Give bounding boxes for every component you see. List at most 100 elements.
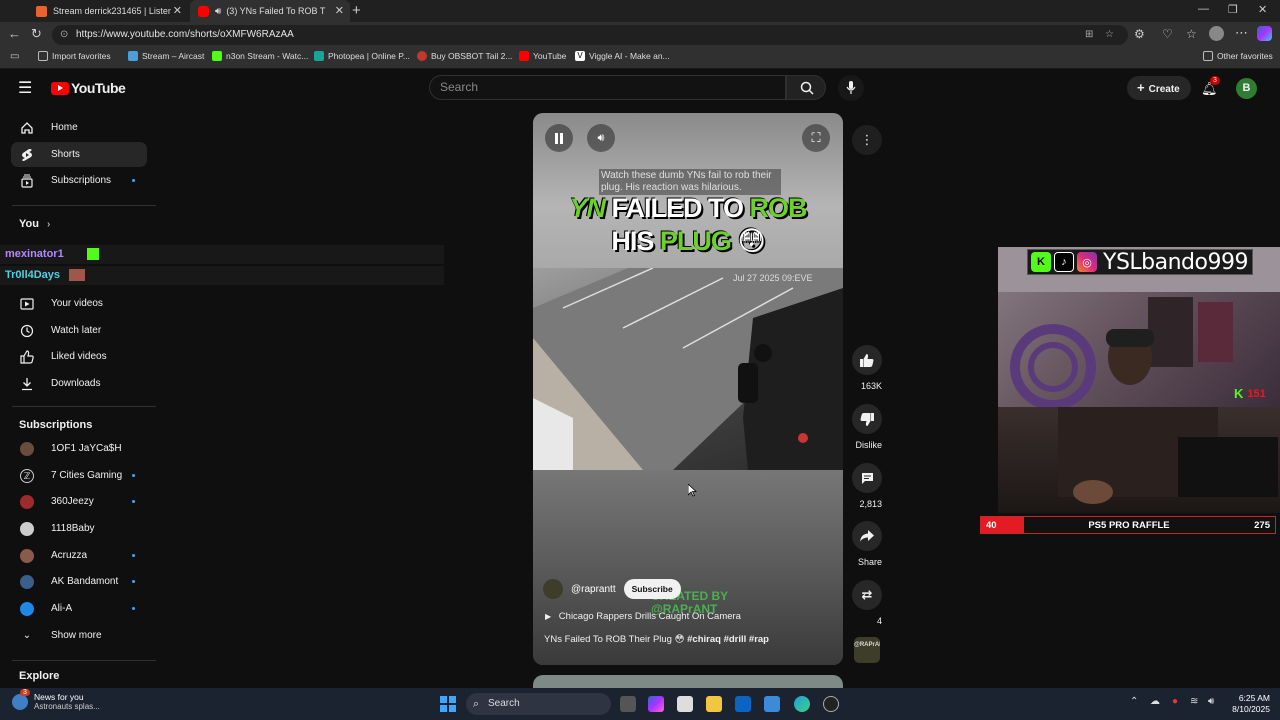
tab-actions-icon[interactable]: ▭	[10, 51, 19, 62]
dislike-button[interactable]: Dislike	[852, 404, 882, 453]
obs-icon[interactable]	[823, 696, 839, 712]
sidebar-item-subscriptions[interactable]: Subscriptions	[11, 168, 147, 193]
notifications-button[interactable]: 🔔︎ 3	[1201, 76, 1220, 98]
windows-taskbar: 3 News for you Astronauts splas... ⌕ Sea…	[0, 688, 1280, 720]
bookmark-n3on[interactable]: n3on Stream - Watc...	[212, 51, 308, 61]
bookmark-youtube[interactable]: YouTube	[519, 51, 566, 61]
sidebar-item-your-videos[interactable]: Your videos	[11, 291, 147, 316]
sidebar-sub-ali-a[interactable]: Ali-A	[11, 596, 147, 621]
headline-word: YN	[569, 193, 606, 223]
clock[interactable]: 6:25 AM 8/10/2025	[1226, 693, 1270, 715]
bookmark-import-favorites[interactable]: Import favorites	[38, 51, 111, 61]
tab-title: Stream derrick231465 | Listen to	[53, 6, 171, 16]
next-short-preview[interactable]	[533, 675, 843, 689]
wifi-icon[interactable]: ≋	[1190, 696, 1198, 707]
sidebar-item-shorts[interactable]: Shorts	[11, 142, 147, 167]
photopea-icon	[314, 51, 324, 61]
windows-start-icon[interactable]	[440, 696, 456, 712]
shorts-player[interactable]: 🔊︎ ⛶ Watch these dumb YNs fail to rob th…	[533, 113, 843, 665]
profile-icon[interactable]	[1209, 26, 1224, 41]
volume-icon[interactable]: 🔊︎	[1208, 696, 1214, 707]
favorite-star-icon[interactable]: ☆	[1105, 25, 1114, 45]
close-window-icon[interactable]: ✕	[1258, 3, 1267, 16]
copilot-icon[interactable]	[1257, 26, 1272, 41]
sidebar-sub-ak-bandamont[interactable]: AK Bandamont	[11, 569, 147, 594]
reading-view-icon[interactable]: ⊞	[1085, 25, 1093, 45]
tab-stream[interactable]: Stream derrick231465 | Listen to ✕	[28, 0, 188, 22]
extensions-icon[interactable]: ⚙	[1134, 27, 1145, 41]
channel-name[interactable]: @raprantt	[571, 584, 616, 595]
remix-button[interactable]: ⇄ 4	[852, 580, 882, 629]
hamburger-menu-icon[interactable]: ☰	[18, 78, 32, 98]
back-arrow-icon[interactable]: ←	[8, 26, 21, 41]
audio-playing-icon[interactable]: 🔊︎	[215, 6, 221, 17]
sidebar-item-liked-videos[interactable]: Liked videos	[11, 344, 147, 369]
create-button[interactable]: + Create	[1127, 76, 1191, 100]
close-tab-icon[interactable]: ✕	[173, 4, 182, 17]
maximize-icon[interactable]: ❐	[1228, 3, 1238, 16]
subscribe-button[interactable]: Subscribe	[623, 579, 681, 599]
sidebar-sub-7-cities-gaming[interactable]: ℤ 7 Cities Gaming	[11, 463, 147, 488]
share-button[interactable]: Share	[852, 521, 882, 570]
volume-button[interactable]: 🔊︎	[587, 124, 615, 152]
bookmark-obsbot[interactable]: Buy OBSBOT Tail 2...	[417, 51, 512, 61]
cloud-icon[interactable]: ☁	[1150, 696, 1160, 707]
bookmark-aircast[interactable]: Stream – Aircast	[128, 51, 204, 61]
new-tab-button[interactable]: +	[352, 2, 361, 19]
you-section-link[interactable]: You ›	[19, 218, 50, 230]
search-button[interactable]	[786, 75, 826, 100]
microphone-icon[interactable]: ●	[1172, 696, 1178, 707]
kick-viewer-count: K 151	[1234, 386, 1266, 401]
playlist-link[interactable]: ▶ Chicago Rappers Drills Caught On Camer…	[545, 611, 741, 622]
site-info-icon[interactable]: ⊙	[60, 25, 68, 45]
divider	[12, 660, 156, 661]
copilot-app-icon[interactable]	[648, 696, 664, 712]
task-view-icon[interactable]	[620, 696, 636, 712]
sidebar-sub-360jeezy[interactable]: 360Jeezy	[11, 489, 147, 514]
sidebar-item-downloads[interactable]: Downloads	[11, 371, 147, 396]
file-explorer-icon[interactable]	[706, 696, 722, 712]
youtube-logo[interactable]: YouTube	[51, 80, 126, 96]
new-content-dot	[132, 554, 135, 557]
sidebar-item-watch-later[interactable]: Watch later	[11, 318, 147, 343]
tab-youtube-short[interactable]: 🔊︎ (3) YNs Failed To ROB Their P ✕	[190, 0, 350, 22]
bookmark-viggle[interactable]: V Viggle AI - Make an...	[575, 51, 670, 61]
more-options-button[interactable]: ⋮	[852, 125, 882, 155]
like-button[interactable]: 163K	[852, 345, 882, 394]
url-field[interactable]: ⊙ https://www.youtube.com/shorts/oXMFW6R…	[52, 25, 1128, 45]
sidebar-sub-1118baby[interactable]: 1118Baby	[11, 516, 147, 541]
taskbar-search[interactable]: ⌕ Search	[466, 693, 611, 715]
sidebar-sub-acruzza[interactable]: Acruzza	[11, 543, 147, 568]
outlook-icon[interactable]	[735, 696, 751, 712]
account-avatar[interactable]: B	[1236, 78, 1257, 99]
sidebar-show-more[interactable]: ⌄ Show more	[11, 623, 147, 648]
fullscreen-button[interactable]: ⛶	[802, 124, 830, 152]
sidebar-sub-1of1-jaycash[interactable]: 1OF1 JaYCa$H	[11, 436, 147, 461]
chevron-up-icon[interactable]: ⌃	[1130, 696, 1138, 707]
bookmark-photopea[interactable]: Photopea | Online P...	[314, 51, 410, 61]
photos-icon[interactable]	[764, 696, 780, 712]
webcam-lower	[998, 407, 1280, 513]
video-headline-line2: HIS PLUG 😳	[533, 226, 843, 257]
more-menu-icon[interactable]: ⋯	[1235, 25, 1248, 41]
sound-thumbnail[interactable]: @RAPrANT	[854, 637, 880, 663]
close-tab-icon[interactable]: ✕	[335, 4, 344, 17]
chat-message: Tr0ll4Days	[0, 266, 444, 285]
edge-browser-icon[interactable]	[794, 696, 810, 712]
search-input[interactable]: Search	[429, 75, 786, 100]
play-icon: ▶	[545, 612, 552, 621]
hashtags[interactable]: #chiraq #drill #rap	[687, 634, 769, 645]
raffle-title: PS5 PRO RAFFLE	[1088, 519, 1170, 531]
favorites-icon[interactable]: ☆	[1186, 27, 1197, 41]
comments-button[interactable]: 2,813	[852, 463, 882, 512]
sidebar-item-home[interactable]: Home	[11, 115, 147, 140]
browser-essentials-icon[interactable]: ♡	[1162, 27, 1173, 41]
channel-avatar[interactable]	[543, 579, 563, 599]
refresh-icon[interactable]: ↻	[31, 26, 42, 42]
store-icon[interactable]	[677, 696, 693, 712]
voice-search-button[interactable]	[838, 75, 864, 101]
other-favorites[interactable]: Other favorites	[1203, 51, 1273, 61]
news-widget[interactable]: 3 News for you Astronauts splas...	[12, 688, 100, 711]
pause-button[interactable]	[545, 124, 573, 152]
minimize-icon[interactable]: —	[1198, 3, 1209, 15]
